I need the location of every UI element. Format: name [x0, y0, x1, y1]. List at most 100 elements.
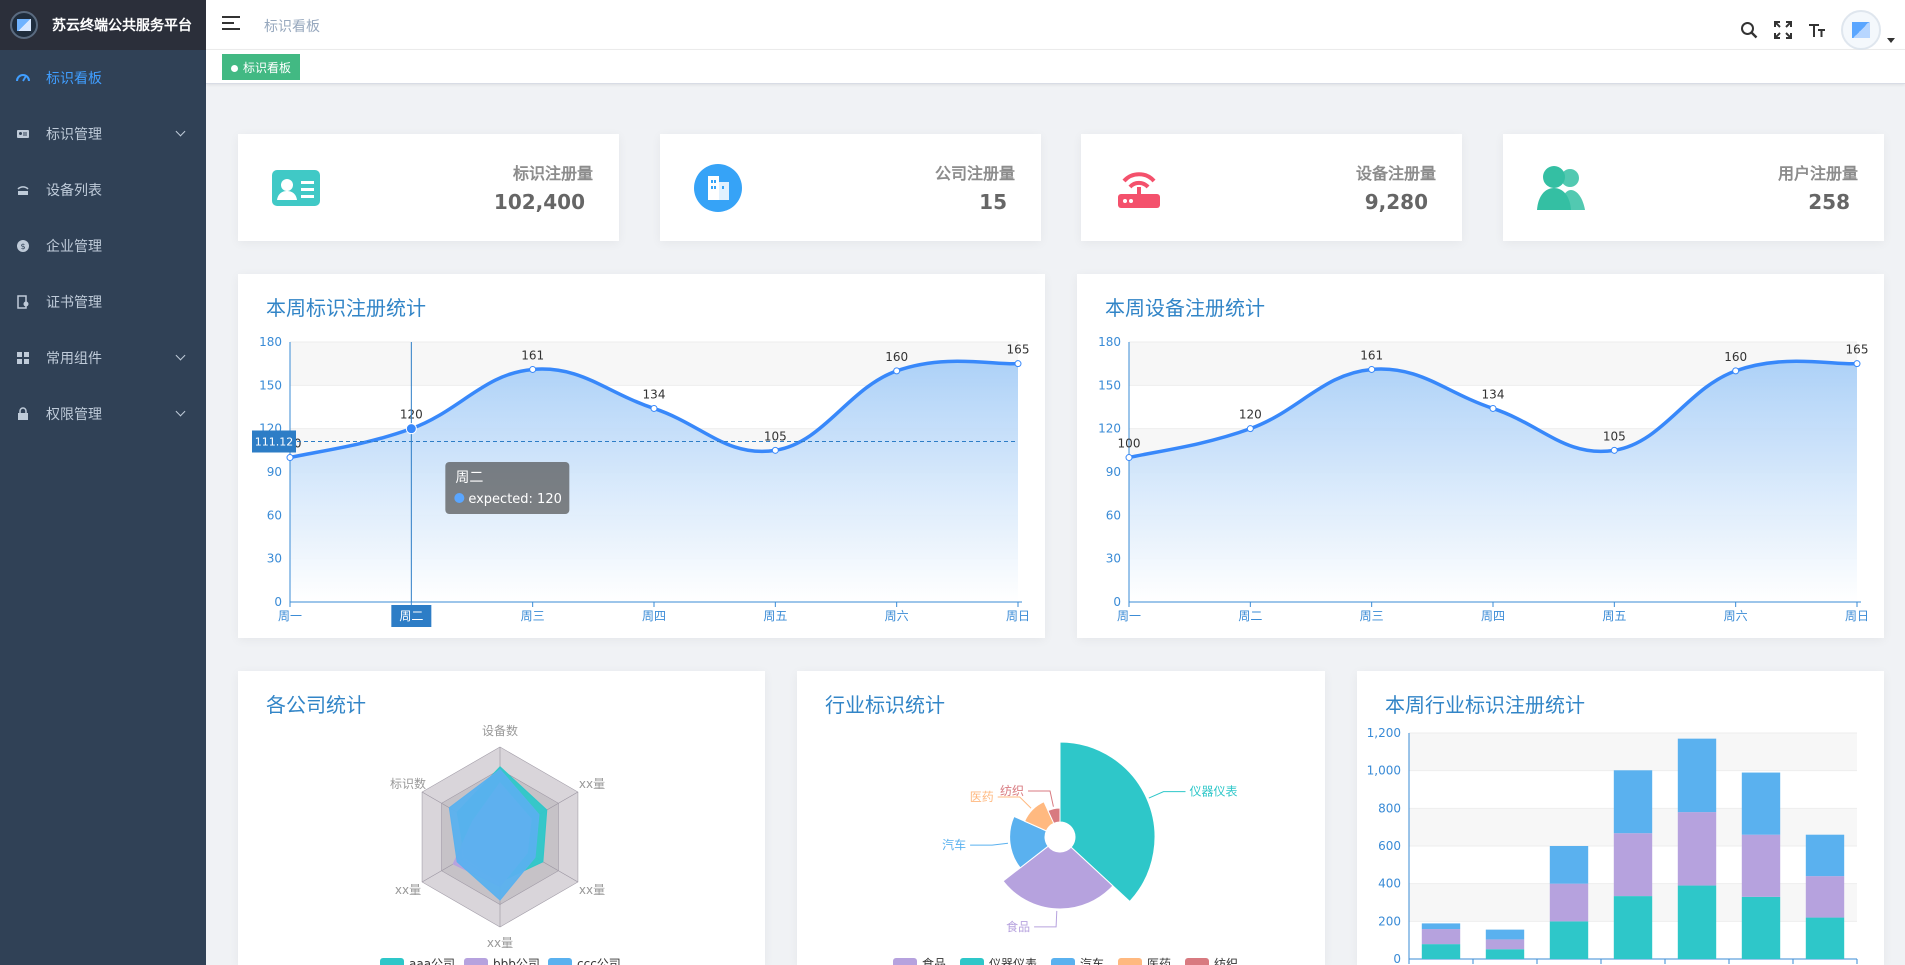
legend-swatch[interactable] [1051, 958, 1075, 965]
legend-label[interactable]: 医药 [1147, 957, 1171, 965]
legend-label[interactable]: 食品 [922, 956, 946, 965]
sidebar-item-2[interactable]: 设备列表 [0, 162, 206, 218]
building-icon [690, 160, 746, 216]
bar-segment[interactable] [1421, 944, 1461, 959]
brand[interactable]: 苏云终端公共服务平台 [0, 0, 206, 50]
bar-segment[interactable] [1485, 949, 1525, 959]
x-tick-label: 周五 [763, 609, 787, 623]
legend-label[interactable]: bbb公司 [493, 957, 540, 965]
data-point[interactable] [1014, 360, 1022, 368]
legend-label[interactable]: 仪器仪表 [989, 957, 1037, 965]
bar-segment[interactable] [1805, 917, 1845, 959]
data-point[interactable] [771, 446, 779, 454]
bar-segment[interactable] [1677, 812, 1717, 886]
data-point[interactable] [529, 365, 537, 373]
data-point[interactable] [650, 404, 658, 412]
highlight-point[interactable] [405, 423, 417, 435]
sidebar-item-6[interactable]: 权限管理 [0, 386, 206, 442]
legend-swatch[interactable] [380, 958, 404, 965]
bar-segment[interactable] [1421, 929, 1461, 945]
x-tick-label: 周四 [642, 609, 666, 623]
grid-band [1409, 733, 1857, 771]
sidebar-item-label: 常用组件 [46, 351, 102, 367]
stat-card-2[interactable]: 设备注册量 9,280 [1081, 134, 1462, 241]
x-tick-label: 周三 [521, 609, 545, 623]
radar-indicator-label: xx量 [395, 883, 421, 897]
bar-segment[interactable] [1613, 770, 1653, 834]
data-point[interactable] [1489, 404, 1497, 412]
bar-segment[interactable] [1677, 738, 1717, 813]
data-point[interactable] [1368, 365, 1376, 373]
bar-segment[interactable] [1485, 929, 1525, 940]
y-tick-label: 150 [1098, 378, 1121, 392]
certificate-icon [16, 295, 30, 309]
data-point[interactable] [1246, 425, 1254, 433]
data-point[interactable] [1125, 454, 1133, 462]
bar-segment[interactable] [1549, 846, 1589, 884]
legend-swatch[interactable] [893, 958, 917, 965]
sidebar-item-3[interactable]: $ 企业管理 [0, 218, 206, 274]
sidebar-item-4[interactable]: 证书管理 [0, 274, 206, 330]
data-label: 134 [643, 387, 666, 401]
text-size-icon[interactable] [1807, 20, 1827, 40]
data-point[interactable] [1610, 446, 1618, 454]
app-title: 苏云终端公共服务平台 [52, 18, 192, 34]
fullscreen-icon[interactable] [1773, 20, 1793, 40]
search-icon[interactable] [1739, 20, 1759, 40]
bar-segment[interactable] [1421, 923, 1461, 930]
y-tick-label: 60 [1106, 508, 1121, 522]
bar-segment[interactable] [1805, 834, 1845, 877]
legend-label[interactable]: 纺织 [1214, 957, 1238, 965]
line-chart-1[interactable]: 0306090120150180周一周二周三周四周五周六周日1001201611… [238, 274, 1045, 638]
legend-label[interactable]: 汽车 [1080, 956, 1104, 965]
bar-segment[interactable] [1485, 939, 1525, 950]
bar-segment[interactable] [1741, 896, 1781, 959]
stat-card-1[interactable]: 公司注册量 15 [660, 134, 1041, 241]
pie-chart[interactable]: 仪器仪表食品汽车医药 纺织食品 仪器仪表 汽车 医药 纺织 [797, 671, 1325, 965]
bar-segment[interactable] [1613, 833, 1653, 897]
data-point[interactable] [1853, 360, 1861, 368]
tooltip-text: expected: 120 [468, 492, 562, 507]
bar-segment[interactable] [1613, 896, 1653, 959]
line-chart-2[interactable]: 0306090120150180周一 周二 周三 周四 周五 周六 周日1001201611… [1077, 274, 1884, 638]
bar-segment[interactable] [1805, 876, 1845, 918]
legend-label[interactable]: aaa公司 [409, 957, 455, 965]
breadcrumb[interactable]: 标识看板 [264, 16, 320, 36]
radar-chart[interactable]: 设备数 xx量 xx量 xx量 xx量 标识数 aaa公司 bbb公司 ccc公司 [238, 671, 765, 965]
legend-swatch[interactable] [1118, 958, 1142, 965]
y-tick-label: 1,200 [1367, 726, 1401, 740]
legend-swatch[interactable] [960, 958, 984, 965]
sidebar-item-5[interactable]: 常用组件 [0, 330, 206, 386]
radar-chart-panel: 各公司统计 设备数 xx量 xx量 xx量 xx量 标识数 aaa公司 bbb公司 ccc公司 [238, 671, 765, 965]
data-point[interactable] [1732, 367, 1740, 375]
navbar-actions [1739, 10, 1895, 50]
bar-segment[interactable] [1741, 772, 1781, 835]
id-card-icon [16, 127, 30, 141]
bar-chart[interactable]: 0 200 400 600 800 1,000 1,200 [1357, 671, 1884, 965]
legend-swatch[interactable] [464, 958, 488, 965]
bar-segment[interactable] [1549, 921, 1589, 959]
data-point[interactable] [286, 454, 294, 462]
sidebar-item-0[interactable]: 标识看板 [0, 50, 206, 106]
sidebar-item-label: 企业管理 [46, 239, 102, 255]
bar-segment[interactable] [1549, 883, 1589, 922]
data-label: 160 [1724, 350, 1747, 364]
legend-swatch[interactable] [1185, 958, 1209, 965]
y-tick-label: 120 [1098, 422, 1121, 436]
bar-segment[interactable] [1741, 834, 1781, 897]
sidebar-item-1[interactable]: 标识管理 [0, 106, 206, 162]
y-tick-label: 0 [1113, 595, 1121, 609]
pie-label: 医药 [970, 790, 994, 804]
data-point[interactable] [893, 367, 901, 375]
lock-icon [16, 407, 30, 421]
stat-card-3[interactable]: 用户注册量 258 [1503, 134, 1884, 241]
legend-swatch[interactable] [548, 958, 572, 965]
chevron-down-icon [175, 406, 186, 417]
stat-card-0[interactable]: 标识注册量 102,400 [238, 134, 619, 241]
chevron-down-icon[interactable] [1887, 37, 1895, 43]
tag-active[interactable]: 标识看板 [222, 54, 301, 80]
hamburger-icon[interactable] [222, 16, 240, 32]
avatar[interactable] [1841, 10, 1881, 50]
bar-segment[interactable] [1677, 885, 1717, 959]
legend-label[interactable]: ccc公司 [577, 957, 621, 965]
